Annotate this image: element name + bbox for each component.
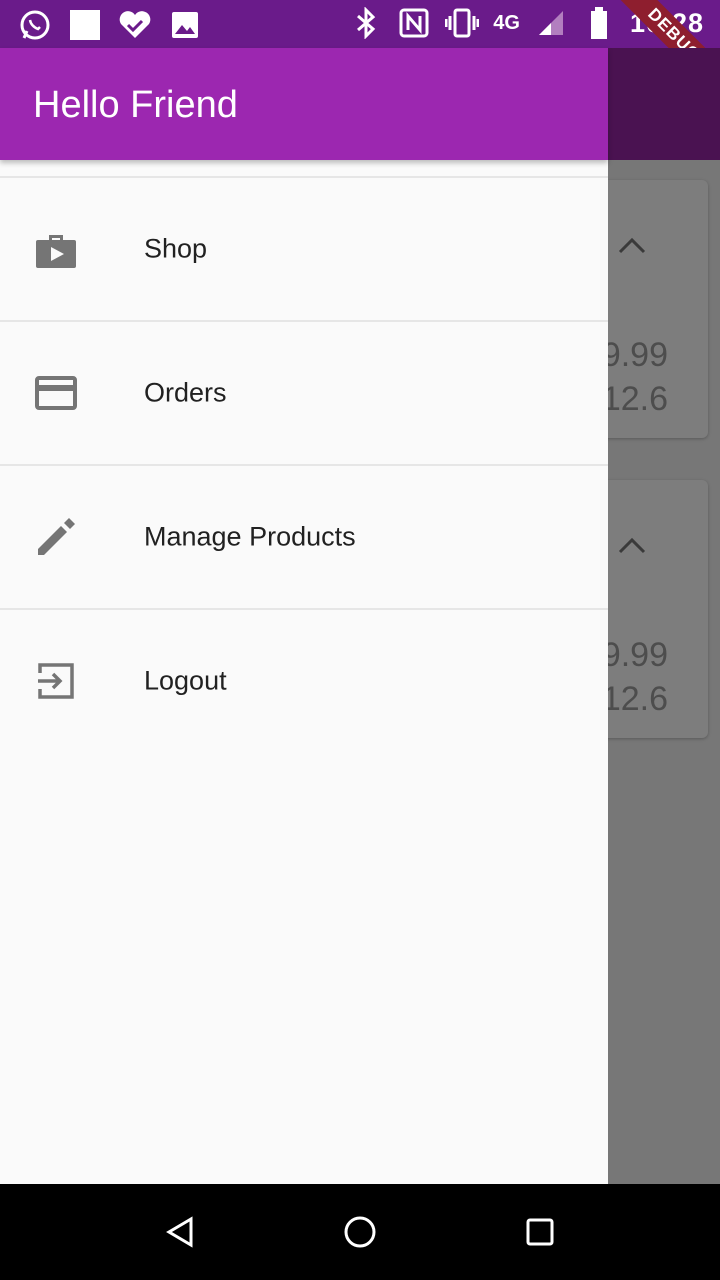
background-product-card: 9.99 12.6	[608, 180, 708, 438]
heart-check-icon	[118, 8, 152, 42]
menu-item-label: Shop	[144, 233, 208, 264]
square-notification-icon	[68, 8, 102, 42]
logout-icon	[34, 659, 78, 703]
menu-item-label: Logout	[144, 665, 227, 696]
drawer-title: Hello Friend	[33, 84, 238, 126]
background-app-bar	[608, 48, 720, 160]
chevron-up-icon	[618, 230, 646, 261]
signal-icon	[534, 6, 568, 40]
menu-item-shop[interactable]: Shop	[0, 178, 608, 320]
navigation-drawer: Hello Friend Shop Orders Manage Products…	[0, 48, 608, 1184]
vibrate-icon	[445, 6, 480, 40]
drawer-header: Hello Friend	[0, 48, 608, 160]
shop-icon	[34, 227, 78, 271]
edit-icon	[34, 515, 78, 559]
background-product-card: 9.99 12.6	[608, 480, 708, 738]
system-navigation-bar	[0, 1184, 720, 1280]
recents-button[interactable]	[516, 1208, 564, 1256]
background-content[interactable]: 9.99 12.6 9.99 12.6	[608, 160, 720, 1184]
credit-card-icon	[34, 371, 78, 415]
home-button[interactable]	[336, 1208, 384, 1256]
chevron-up-icon	[618, 530, 646, 561]
menu-item-manage-products[interactable]: Manage Products	[0, 466, 608, 608]
nfc-icon	[397, 6, 431, 40]
menu-item-label: Manage Products	[144, 521, 356, 552]
menu-item-label: Orders	[144, 377, 227, 408]
menu-item-orders[interactable]: Orders	[0, 322, 608, 464]
bluetooth-icon	[349, 6, 383, 40]
image-icon	[168, 8, 202, 42]
back-button[interactable]	[156, 1208, 204, 1256]
network-type: 4G	[493, 11, 520, 34]
menu-item-logout[interactable]: Logout	[0, 610, 608, 752]
status-bar: 4G 10:28 DEBUG	[0, 0, 720, 101]
card-total: 12.6	[608, 680, 668, 718]
card-total: 12.6	[608, 380, 668, 418]
card-price: 9.99	[608, 336, 668, 374]
card-price: 9.99	[608, 636, 668, 674]
battery-icon	[582, 6, 616, 40]
whatsapp-icon	[18, 8, 52, 42]
